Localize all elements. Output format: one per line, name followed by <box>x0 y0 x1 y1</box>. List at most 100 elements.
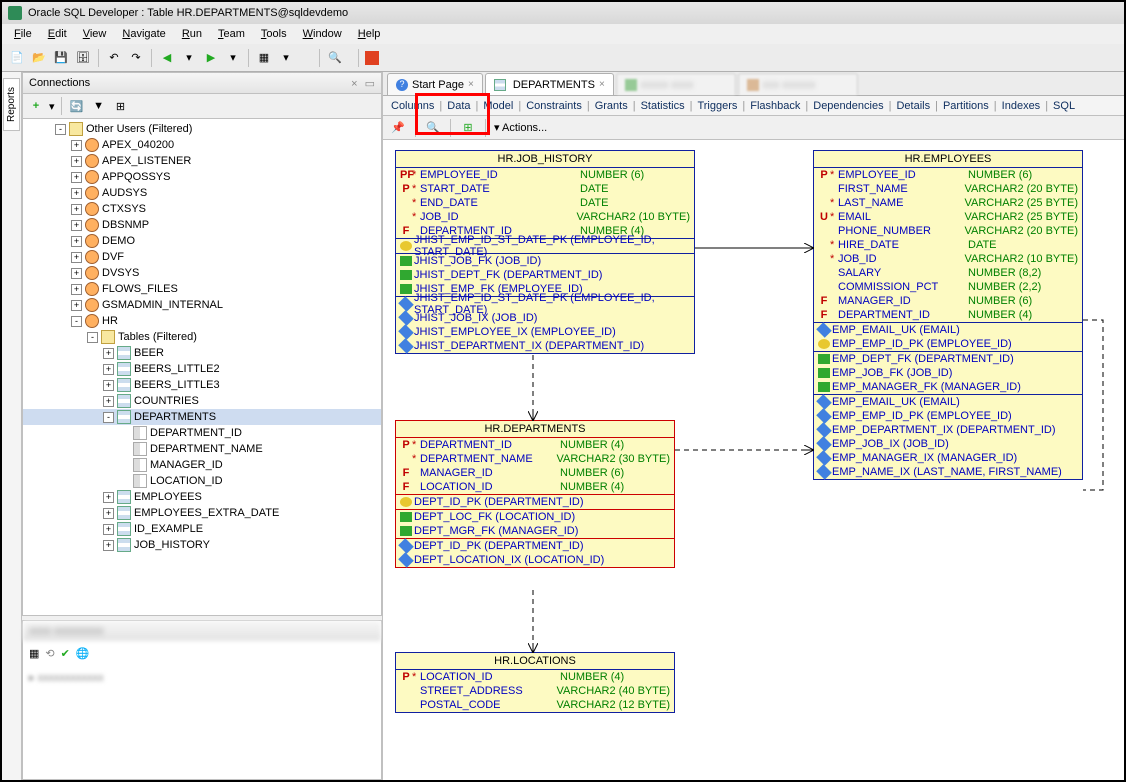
menu-file[interactable]: File <box>6 26 40 42</box>
expander-icon[interactable]: + <box>103 396 114 407</box>
redo-icon[interactable]: ↷ <box>127 49 145 67</box>
new-icon[interactable]: 📄 <box>8 49 26 67</box>
zoom-icon[interactable]: 🔍 <box>424 119 442 137</box>
fwd-icon[interactable]: ▶ <box>202 49 220 67</box>
tree-node-other-users-filtered-[interactable]: -Other Users (Filtered) <box>23 121 381 137</box>
minimize-icon[interactable]: × <box>351 78 357 90</box>
fwd-menu-icon[interactable]: ▾ <box>224 49 242 67</box>
expander-icon[interactable]: + <box>71 204 82 215</box>
schema-icon[interactable]: ⊞ <box>112 97 130 115</box>
lower-icon-1[interactable]: ▦ <box>29 647 39 660</box>
tree-node-dbsnmp[interactable]: +DBSNMP <box>23 217 381 233</box>
sql-menu-icon[interactable]: ▾ <box>277 49 295 67</box>
tree-node-employees[interactable]: +EMPLOYEES <box>23 489 381 505</box>
expander-icon[interactable]: + <box>71 220 82 231</box>
tree-node-department-id[interactable]: DEPARTMENT_ID <box>23 425 381 441</box>
subtab-statistics[interactable]: Statistics <box>637 98 689 114</box>
filter-icon[interactable]: ▼ <box>90 97 108 115</box>
diagram-icon[interactable]: ⊞ <box>459 119 477 137</box>
menu-help[interactable]: Help <box>350 26 389 42</box>
expander-icon[interactable]: - <box>55 124 66 135</box>
tree-node-departments[interactable]: -DEPARTMENTS <box>23 409 381 425</box>
tree-node-gsmadmin-internal[interactable]: +GSMADMIN_INTERNAL <box>23 297 381 313</box>
tree-node-hr[interactable]: -HR <box>23 313 381 329</box>
tree-node-appqossys[interactable]: +APPQOSSYS <box>23 169 381 185</box>
expander-icon[interactable]: + <box>71 284 82 295</box>
find-icon[interactable]: 🔍 <box>326 49 344 67</box>
open-icon[interactable]: 📂 <box>30 49 48 67</box>
tree-node-beer[interactable]: +BEER <box>23 345 381 361</box>
start-page-tab[interactable]: ? Start Page × <box>387 73 483 95</box>
saveall-icon[interactable]: 🗄 <box>74 49 92 67</box>
menu-edit[interactable]: Edit <box>40 26 75 42</box>
inactive-tab[interactable]: xxx xxxxxx <box>738 73 858 95</box>
entity-employees[interactable]: HR.EMPLOYEESP*EMPLOYEE_IDNUMBER (6)FIRST… <box>813 150 1083 480</box>
menu-view[interactable]: View <box>75 26 115 42</box>
save-icon[interactable]: 💾 <box>52 49 70 67</box>
undo-icon[interactable]: ↶ <box>105 49 123 67</box>
expander-icon[interactable]: - <box>103 412 114 423</box>
tree-node-ctxsys[interactable]: +CTXSYS <box>23 201 381 217</box>
menu-run[interactable]: Run <box>174 26 210 42</box>
lower-icon-3[interactable]: ✔ <box>61 647 70 660</box>
subtab-grants[interactable]: Grants <box>591 98 632 114</box>
tree-node-beers-little3[interactable]: +BEERS_LITTLE3 <box>23 377 381 393</box>
tree-node-apex-040200[interactable]: +APEX_040200 <box>23 137 381 153</box>
expander-icon[interactable]: + <box>103 380 114 391</box>
tree-node-tables-filtered-[interactable]: -Tables (Filtered) <box>23 329 381 345</box>
tree-node-id-example[interactable]: +ID_EXAMPLE <box>23 521 381 537</box>
inactive-tab[interactable]: xxxxx xxxx <box>616 73 736 95</box>
entity-job-history[interactable]: HR.JOB_HISTORYPF*EMPLOYEE_IDNUMBER (6)P*… <box>395 150 695 354</box>
expander-icon[interactable]: - <box>87 332 98 343</box>
expander-icon[interactable]: + <box>103 348 114 359</box>
expander-icon[interactable]: + <box>71 268 82 279</box>
add-menu-icon[interactable]: ▾ <box>49 100 55 113</box>
lower-icon-2[interactable]: ⟲ <box>45 647 54 660</box>
tree-node-dvsys[interactable]: +DVSYS <box>23 265 381 281</box>
close-icon[interactable]: × <box>468 79 474 90</box>
tree-node-location-id[interactable]: LOCATION_ID <box>23 473 381 489</box>
expander-icon[interactable]: + <box>71 236 82 247</box>
actions-menu[interactable]: ▾ Actions... <box>494 121 547 134</box>
subtab-columns[interactable]: Columns <box>387 98 438 114</box>
stop-icon[interactable] <box>365 51 379 65</box>
menu-tools[interactable]: Tools <box>253 26 295 42</box>
expander-icon[interactable]: + <box>71 156 82 167</box>
tree-node-manager-id[interactable]: MANAGER_ID <box>23 457 381 473</box>
lower-icon-4[interactable]: 🌐 <box>76 647 90 660</box>
expander-icon[interactable]: + <box>103 492 114 503</box>
expander-icon[interactable]: - <box>71 316 82 327</box>
tree-node-demo[interactable]: +DEMO <box>23 233 381 249</box>
erd-canvas[interactable]: HR.JOB_HISTORYPF*EMPLOYEE_IDNUMBER (6)P*… <box>383 140 1124 780</box>
tree-node-department-name[interactable]: DEPARTMENT_NAME <box>23 441 381 457</box>
tree-node-dvf[interactable]: +DVF <box>23 249 381 265</box>
subtab-dependencies[interactable]: Dependencies <box>809 98 887 114</box>
expander-icon[interactable]: + <box>103 524 114 535</box>
expander-icon[interactable]: + <box>71 300 82 311</box>
subtab-data[interactable]: Data <box>443 98 474 114</box>
tree-node-job-history[interactable]: +JOB_HISTORY <box>23 537 381 553</box>
add-connection-icon[interactable]: + <box>27 97 45 115</box>
tree-node-countries[interactable]: +COUNTRIES <box>23 393 381 409</box>
tree-node-apex-listener[interactable]: +APEX_LISTENER <box>23 153 381 169</box>
expander-icon[interactable]: + <box>71 252 82 263</box>
menu-team[interactable]: Team <box>210 26 253 42</box>
subtab-model[interactable]: Model <box>479 98 517 114</box>
back-menu-icon[interactable]: ▾ <box>180 49 198 67</box>
connections-tree[interactable]: -Other Users (Filtered)+APEX_040200+APEX… <box>22 118 382 616</box>
entity-departments[interactable]: HR.DEPARTMENTSP*DEPARTMENT_IDNUMBER (4)*… <box>395 420 675 568</box>
menu-navigate[interactable]: Navigate <box>114 26 173 42</box>
dock-icon[interactable]: ▭ <box>365 78 375 90</box>
tree-node-audsys[interactable]: +AUDSYS <box>23 185 381 201</box>
tree-node-flows-files[interactable]: +FLOWS_FILES <box>23 281 381 297</box>
expander-icon[interactable]: + <box>71 172 82 183</box>
tree-node-beers-little2[interactable]: +BEERS_LITTLE2 <box>23 361 381 377</box>
refresh-icon[interactable]: 🔄 <box>68 97 86 115</box>
reports-tab[interactable]: Reports <box>3 78 20 131</box>
sql-icon[interactable]: ▦ <box>255 49 273 67</box>
subtab-partitions[interactable]: Partitions <box>939 98 993 114</box>
expander-icon[interactable]: + <box>103 540 114 551</box>
subtab-sql[interactable]: SQL <box>1049 98 1079 114</box>
subtab-triggers[interactable]: Triggers <box>693 98 741 114</box>
entity-locations[interactable]: HR.LOCATIONSP*LOCATION_IDNUMBER (4)STREE… <box>395 652 675 713</box>
